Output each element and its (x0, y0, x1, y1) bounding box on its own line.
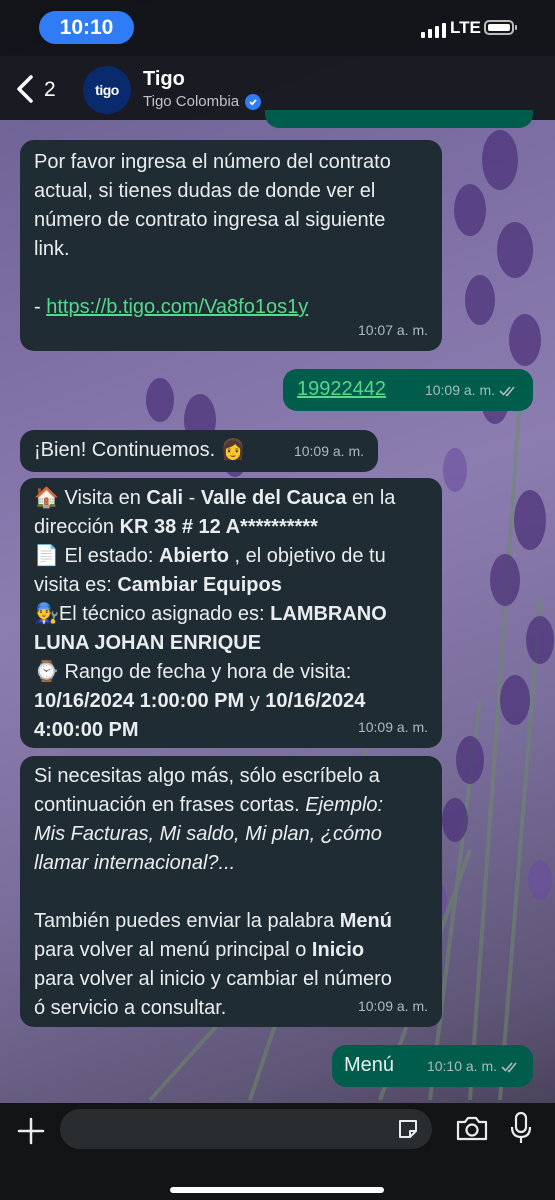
camera-button[interactable] (455, 1114, 489, 1142)
voice-message-button[interactable] (508, 1111, 534, 1145)
message-text: Si necesitas algo más, sólo escríbelo a … (34, 765, 392, 1019)
sticker-icon[interactable] (396, 1117, 420, 1141)
cellular-signal-icon (421, 23, 446, 38)
attach-button[interactable] (14, 1114, 48, 1148)
message-timestamp: 10:10 a. m. (426, 1058, 497, 1074)
contract-help-link[interactable]: https://b.tigo.com/Va8fo1os1y (46, 296, 308, 318)
contact-business-name: Tigo Colombia (143, 93, 240, 110)
double-check-icon (499, 385, 515, 397)
message-text: Menú (344, 1054, 395, 1076)
message-bubble-partial (265, 110, 533, 128)
camera-icon (456, 1116, 488, 1141)
message-timestamp: 10:07 a. m. (357, 322, 428, 338)
message-bubble-incoming[interactable]: ¡Bien! Continuemos. 👩 10:09 a. m. (20, 430, 378, 472)
technician-icon: 👨‍🔧 (34, 603, 59, 625)
back-chevron-icon (17, 75, 33, 103)
contact-avatar[interactable]: tigo (83, 66, 131, 114)
message-text[interactable]: 19922442 (297, 378, 386, 400)
plus-icon (17, 1117, 45, 1145)
message-timestamp: 10:09 a. m. (424, 382, 495, 398)
message-bubble-outgoing[interactable]: Menú 10:10 a. m. (332, 1045, 533, 1087)
house-icon: 🏠 (34, 487, 59, 509)
network-type: LTE (450, 18, 481, 37)
double-check-icon (501, 1061, 517, 1073)
message-text: Por favor ingresa el número del contrato… (34, 151, 391, 318)
message-timestamp: 10:09 a. m. (357, 719, 428, 735)
battery-icon (484, 20, 517, 35)
message-bubble-incoming[interactable]: Si necesitas algo más, sólo escríbelo a … (20, 756, 442, 1027)
status-time: 10:10 (39, 11, 134, 44)
message-timestamp: 10:09 a. m. (293, 443, 364, 459)
message-text: ¡Bien! Continuemos. 👩 (34, 439, 246, 461)
message-composer (0, 1103, 555, 1200)
contact-name[interactable]: Tigo (143, 68, 185, 91)
home-indicator (170, 1187, 384, 1193)
unread-count: 2 (44, 78, 56, 101)
verified-badge-icon (245, 93, 262, 110)
message-input[interactable] (60, 1109, 432, 1149)
message-bubble-incoming[interactable]: Por favor ingresa el número del contrato… (20, 140, 442, 351)
clock-icon: ⌚ (34, 661, 59, 683)
document-icon: 📄 (34, 545, 59, 567)
message-timestamp: 10:09 a. m. (357, 998, 428, 1014)
tigo-logo: tigo (95, 82, 119, 98)
message-bubble-outgoing[interactable]: 19922442 10:09 a. m. (283, 369, 533, 411)
microphone-icon (510, 1111, 532, 1143)
message-bubble-incoming[interactable]: 🏠 Visita en Cali - Valle del Cauca en la… (20, 478, 442, 748)
contact-subtitle: Tigo Colombia (143, 93, 262, 110)
message-text: 🏠 Visita en Cali - Valle del Cauca en la… (34, 487, 396, 741)
status-bar: 10:10 LTE (0, 0, 555, 56)
